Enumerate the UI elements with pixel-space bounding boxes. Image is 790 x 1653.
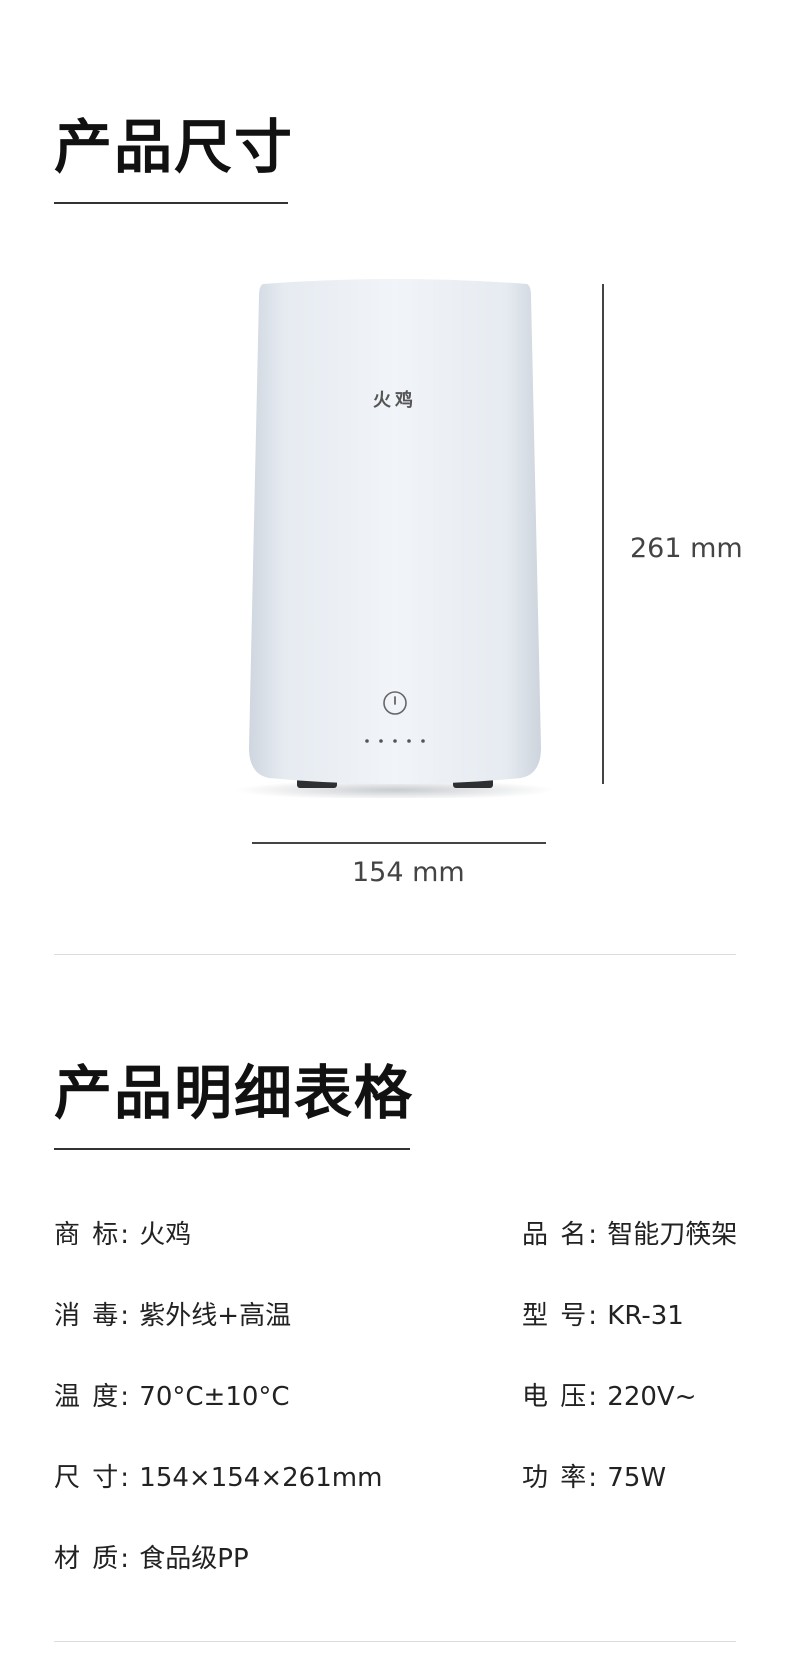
height-dimension-line — [602, 284, 604, 784]
spec-value: 220V~ — [607, 1382, 697, 1412]
spec-material: 材 质: 食品级PP — [54, 1546, 249, 1572]
power-icon — [383, 691, 407, 715]
spec-value: 紫外线+高温 — [139, 1301, 292, 1331]
size-section-title: 产品尺寸 — [54, 113, 295, 181]
spec-label: 尺 寸: — [54, 1463, 132, 1493]
spec-product-name: 品 名: 智能刀筷架 — [522, 1222, 737, 1248]
spec-model: 型 号: KR-31 — [522, 1303, 684, 1329]
bottom-divider — [54, 1641, 736, 1642]
width-dimension-line — [252, 842, 546, 844]
detail-section-title: 产品明细表格 — [54, 1059, 415, 1127]
width-dimension-label: 154 mm — [352, 857, 465, 888]
spec-label: 品 名: — [522, 1220, 600, 1250]
spec-brand: 商 标: 火鸡 — [54, 1222, 191, 1248]
spec-label: 温 度: — [54, 1382, 132, 1412]
spec-temperature: 温 度: 70°C±10°C — [54, 1384, 290, 1410]
spec-value: 154×154×261mm — [139, 1463, 383, 1493]
indicator-lights — [365, 739, 425, 743]
spec-value: KR-31 — [607, 1301, 684, 1331]
size-title-underline — [54, 202, 288, 204]
spec-label: 型 号: — [522, 1301, 600, 1331]
spec-value: 智能刀筷架 — [607, 1220, 738, 1250]
spec-power: 功 率: 75W — [522, 1465, 666, 1491]
spec-value: 70°C±10°C — [139, 1382, 290, 1412]
detail-title-underline — [54, 1148, 410, 1150]
spec-disinfection: 消 毒: 紫外线+高温 — [54, 1303, 291, 1329]
spec-label: 材 质: — [54, 1544, 132, 1574]
spec-label: 功 率: — [522, 1463, 600, 1493]
spec-label: 消 毒: — [54, 1301, 132, 1331]
spec-label: 电 压: — [522, 1382, 600, 1412]
spec-label: 商 标: — [54, 1220, 132, 1250]
spec-value: 火鸡 — [139, 1220, 192, 1250]
product-image: 火鸡 — [235, 278, 555, 798]
spec-value: 食品级PP — [139, 1544, 249, 1574]
spec-dimensions: 尺 寸: 154×154×261mm — [54, 1465, 382, 1491]
spec-value: 75W — [607, 1463, 667, 1493]
height-dimension-label: 261 mm — [630, 533, 743, 564]
brand-logo: 火鸡 — [373, 390, 417, 411]
spec-voltage: 电 压: 220V~ — [522, 1384, 697, 1410]
section-divider — [54, 954, 736, 955]
product-body-illustration — [235, 279, 555, 798]
